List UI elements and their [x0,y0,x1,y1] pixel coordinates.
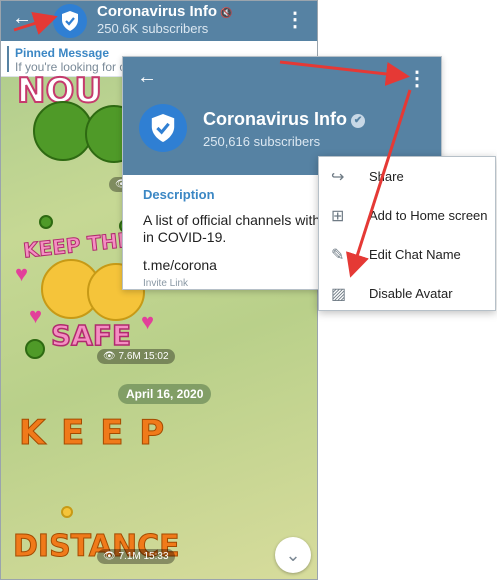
message-views-time: 👁 7.6M 15:02 [97,349,175,364]
menu-item-disable-avatar[interactable]: ▨ Disable Avatar [319,274,495,313]
germ-sticker-left [33,101,93,161]
back-arrow-icon[interactable]: ← [137,66,157,89]
invite-link-label: Invite Link [143,278,189,289]
emoji-face-small [61,506,73,518]
chat-title[interactable]: Coronavirus Info 🔇 [97,3,232,20]
description-text: A list of official channels with in COVI… [143,212,321,245]
invite-link[interactable]: t.me/corona [143,257,217,273]
menu-item-edit-chat-name[interactable]: ✎ Edit Chat Name [319,235,495,274]
menu-item-label: Share [369,169,404,184]
channel-info-title-text: Coronavirus Info [203,109,348,129]
share-icon: ↪ [331,168,345,186]
heart-sticker: ♥ [141,309,155,334]
back-arrow-icon[interactable]: ← [12,7,32,30]
chat-subscriber-count: 250.6K subscribers [97,21,209,36]
mute-icon: 🔇 [220,8,233,19]
pinned-indicator [7,46,9,72]
menu-item-label: Edit Chat Name [369,247,461,262]
chevron-down-icon: ⌄ [285,544,301,565]
add-home-icon: ⊞ [331,207,345,225]
options-menu: ↪ Share ⊞ Add to Home screen ✎ Edit Chat… [318,156,496,311]
heart-sticker: ♥ [29,303,43,328]
channel-info-subscribers: 250,616 subscribers [203,134,321,149]
date-separator: April 16, 2020 [118,384,212,404]
pinned-label: Pinned Message [15,46,110,60]
menu-item-label: Disable Avatar [369,286,453,301]
germ-sticker-small [25,339,45,359]
sticker-keep-text: K E E P [18,413,167,454]
sticker-safe-text: SAFE [50,318,132,353]
image-off-icon: ▨ [331,285,347,303]
channel-info-title: Coronavirus Info ✔ [203,109,366,130]
pencil-icon: ✎ [331,246,345,264]
germ-sticker-small [39,215,53,229]
more-options-icon[interactable]: ⋮ [285,7,305,32]
message-views-time: 👁 7.1M 15:33 [97,549,175,564]
menu-item-label: Add to Home screen [369,208,488,223]
menu-item-share[interactable]: ↪ Share [319,157,495,196]
shield-check-icon [151,114,175,142]
sticker-keep-the-text: KEEP THE [22,227,133,263]
more-options-icon[interactable]: ⋮ [407,66,427,91]
chat-header: ← Coronavirus Info 🔇 250.6K subscribers ⋮ [1,1,317,41]
verified-badge-icon: ✔ [351,114,366,128]
chat-title-text: Coronavirus Info [97,3,218,20]
heart-sticker: ♥ [15,261,29,286]
channel-info-avatar[interactable] [139,104,187,152]
channel-avatar[interactable] [53,4,87,38]
description-label: Description [143,187,215,202]
scroll-down-button[interactable]: ⌄ [275,537,311,573]
menu-item-add-to-home[interactable]: ⊞ Add to Home screen [319,196,495,235]
shield-check-icon [62,11,78,31]
